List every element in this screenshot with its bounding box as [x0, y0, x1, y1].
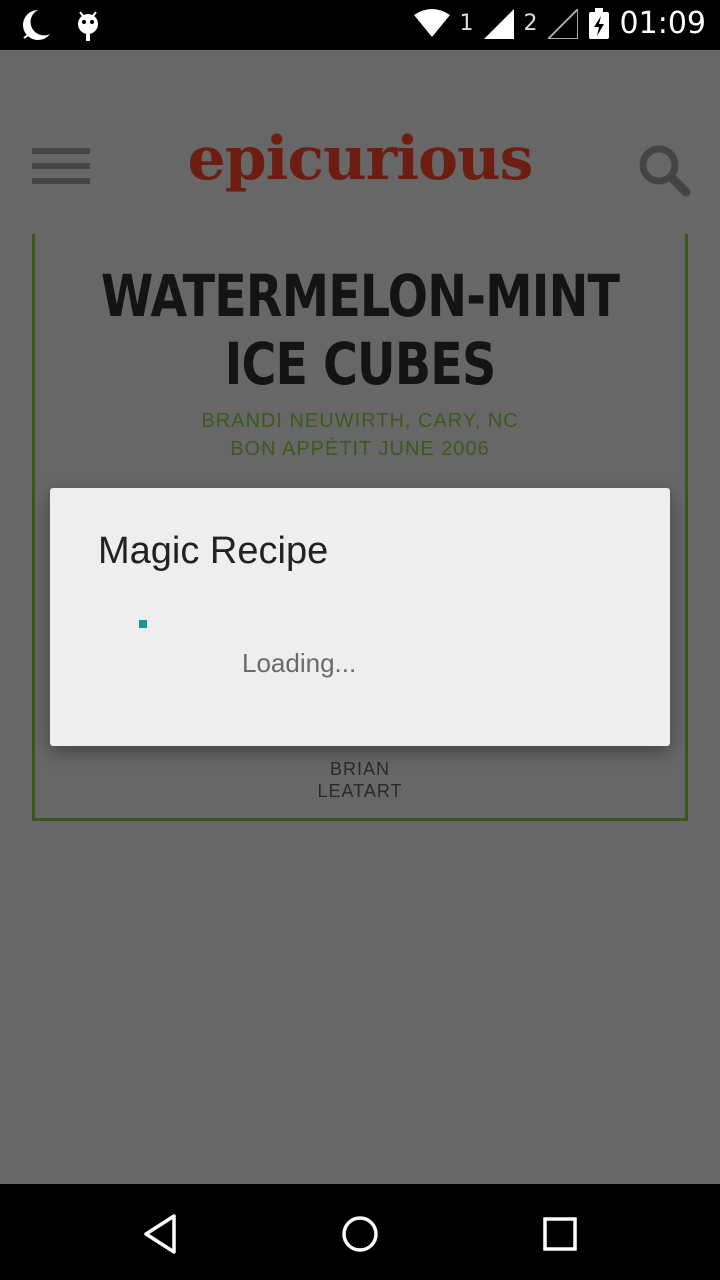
dialog-title: Magic Recipe [98, 530, 329, 572]
recipe-author: BRANDI NEUWIRTH, CARY, NC [201, 410, 519, 432]
recipe-source: BON APPÉTIT JUNE 2006 [230, 438, 490, 460]
navigation-bar [0, 1184, 720, 1280]
android-debug-icon [78, 11, 98, 41]
wifi-icon [413, 8, 450, 37]
photo-credit-line1: BRIAN [329, 759, 390, 779]
loading-message: Loading... [242, 648, 357, 678]
recipe-title-line1: WATERMELON-MINT [100, 262, 620, 330]
sim2-label: 2 [523, 11, 538, 36]
status-bar: 1 2 01:09 [0, 0, 720, 50]
recents-icon[interactable] [538, 1212, 582, 1256]
home-icon[interactable] [338, 1212, 382, 1256]
recipe-title-line2: ICE CUBES [224, 330, 497, 398]
search-icon[interactable] [636, 142, 692, 198]
photo-credit: BRIAN LEATART [35, 758, 685, 802]
back-icon[interactable] [138, 1212, 182, 1256]
battery-charging-icon [588, 7, 609, 39]
sim1-label: 1 [459, 11, 474, 36]
app-logo: epicurious [187, 124, 534, 194]
signal-icon-2 [547, 8, 578, 39]
progress-spinner [139, 620, 147, 628]
loading-dialog: Magic Recipe Loading... [50, 488, 670, 746]
clock: 01:09 [619, 6, 706, 41]
signal-icon [483, 8, 514, 39]
recipe-title: WATERMELON-MINT ICE CUBES [94, 262, 627, 398]
app-header: epicurious [0, 50, 720, 235]
photo-credit-line2: LEATART [317, 781, 403, 801]
moon-icon [23, 10, 50, 40]
